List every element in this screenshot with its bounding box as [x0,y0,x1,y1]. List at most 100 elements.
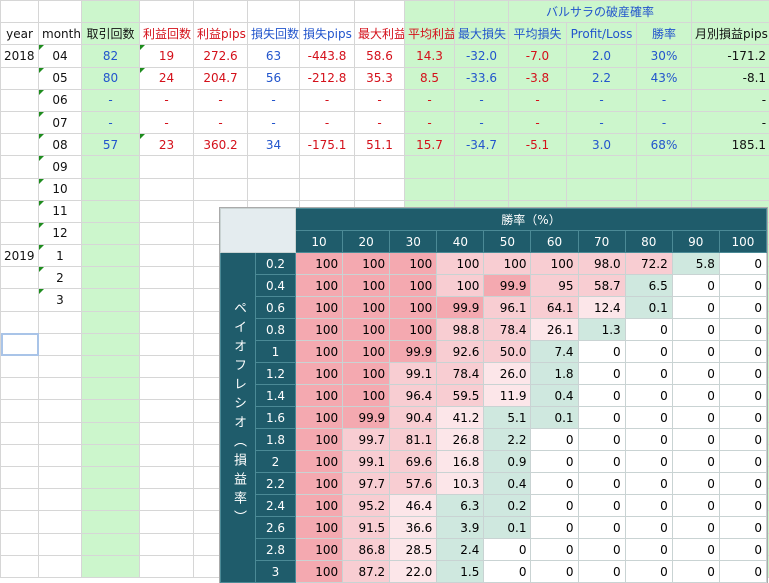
cell-year[interactable] [1,222,39,244]
cell-wins[interactable] [140,178,194,200]
cell-losses[interactable]: - [248,111,300,133]
cell-trades[interactable] [82,178,140,200]
column-header[interactable]: 月別損益pips [692,23,769,45]
cell[interactable] [355,1,405,23]
cell-avg_win[interactable]: 14.3 [405,45,455,67]
cell[interactable] [82,333,140,355]
cell-year[interactable] [1,267,39,289]
cell[interactable] [39,489,82,511]
column-header[interactable]: 平均損失 [509,23,567,45]
cell-losses[interactable] [248,156,300,178]
cell[interactable] [692,1,769,23]
cell[interactable] [140,466,194,488]
cell[interactable] [1,422,39,444]
ruin-title-cell[interactable]: バルサラの破産確率 [509,1,692,23]
cell-avg_win[interactable]: - [405,111,455,133]
cell-year[interactable] [1,178,39,200]
cell-wins[interactable] [140,245,194,267]
cell[interactable] [140,1,194,23]
cell[interactable] [140,333,194,355]
cell-loss_pips[interactable]: - [300,111,355,133]
cell[interactable] [82,400,140,422]
column-header[interactable]: 平均利益 [405,23,455,45]
cell-trades[interactable]: 57 [82,134,140,156]
cell[interactable] [140,378,194,400]
cell[interactable] [82,356,140,378]
cell-win_pips[interactable]: 360.2 [194,134,248,156]
column-header[interactable]: year [1,23,39,45]
cell[interactable] [39,311,82,333]
cell[interactable] [1,444,39,466]
cell-max_loss[interactable]: - [455,89,509,111]
cell-wins[interactable] [140,222,194,244]
cell-loss_pips[interactable]: - [300,89,355,111]
column-header[interactable]: 損失回数 [248,23,300,45]
cell-month[interactable]: 1 [39,245,82,267]
cell[interactable] [140,555,194,577]
cell-winrate[interactable] [637,156,692,178]
cell-avg_loss[interactable] [509,156,567,178]
cell-wins[interactable]: 24 [140,67,194,89]
cell-trades[interactable]: - [82,111,140,133]
cell-month[interactable]: 10 [39,178,82,200]
cell-year[interactable] [1,134,39,156]
cell[interactable] [1,511,39,533]
cell-loss_pips[interactable]: -175.1 [300,134,355,156]
column-header[interactable]: 取引回数 [82,23,140,45]
cell-winrate[interactable]: 68% [637,134,692,156]
cell-max_loss[interactable]: - [455,111,509,133]
cell-year[interactable] [1,200,39,222]
cell[interactable] [39,356,82,378]
cell-win_pips[interactable] [194,178,248,200]
column-header[interactable]: 損失pips [300,23,355,45]
cell[interactable] [39,422,82,444]
cell-month[interactable]: 11 [39,200,82,222]
cell-year[interactable] [1,67,39,89]
cell[interactable] [82,422,140,444]
cell-month[interactable]: 04 [39,45,82,67]
cell-pl[interactable] [567,156,637,178]
cell-winrate[interactable]: - [637,89,692,111]
cell-year[interactable] [1,89,39,111]
cell-wins[interactable]: - [140,89,194,111]
cell-month[interactable]: 07 [39,111,82,133]
cell[interactable] [39,444,82,466]
cell-max_win[interactable]: 51.1 [355,134,405,156]
cell-avg_win[interactable]: 8.5 [405,67,455,89]
cell[interactable] [82,466,140,488]
cell[interactable] [1,311,39,333]
cell-winrate[interactable]: 43% [637,67,692,89]
cell[interactable] [39,333,82,355]
cell-max_loss[interactable] [455,156,509,178]
cell-max_win[interactable]: - [355,111,405,133]
cell-max_win[interactable] [355,156,405,178]
cell-monthly[interactable]: - [692,89,769,111]
cell[interactable] [82,444,140,466]
cell-win_pips[interactable] [194,156,248,178]
cell[interactable] [194,1,248,23]
cell-win_pips[interactable]: - [194,111,248,133]
cell-month[interactable]: 08 [39,134,82,156]
cell[interactable] [82,533,140,555]
cell-trades[interactable] [82,267,140,289]
cell-monthly[interactable]: 185.1 [692,134,769,156]
column-header[interactable]: 利益pips [194,23,248,45]
cell-wins[interactable] [140,267,194,289]
cell[interactable] [1,533,39,555]
cell[interactable] [140,511,194,533]
cell[interactable] [39,555,82,577]
cell[interactable] [1,1,39,23]
cell-month[interactable]: 2 [39,267,82,289]
cell[interactable] [39,466,82,488]
cell-pl[interactable]: 2.0 [567,45,637,67]
cell[interactable] [82,489,140,511]
cell-monthly[interactable]: - [692,111,769,133]
cell-year[interactable]: 2018 [1,45,39,67]
cell-trades[interactable] [82,289,140,311]
cell[interactable] [1,356,39,378]
cell-avg_loss[interactable]: -7.0 [509,45,567,67]
cell-wins[interactable] [140,200,194,222]
cell-trades[interactable] [82,200,140,222]
cell-loss_pips[interactable] [300,178,355,200]
cell[interactable] [140,311,194,333]
